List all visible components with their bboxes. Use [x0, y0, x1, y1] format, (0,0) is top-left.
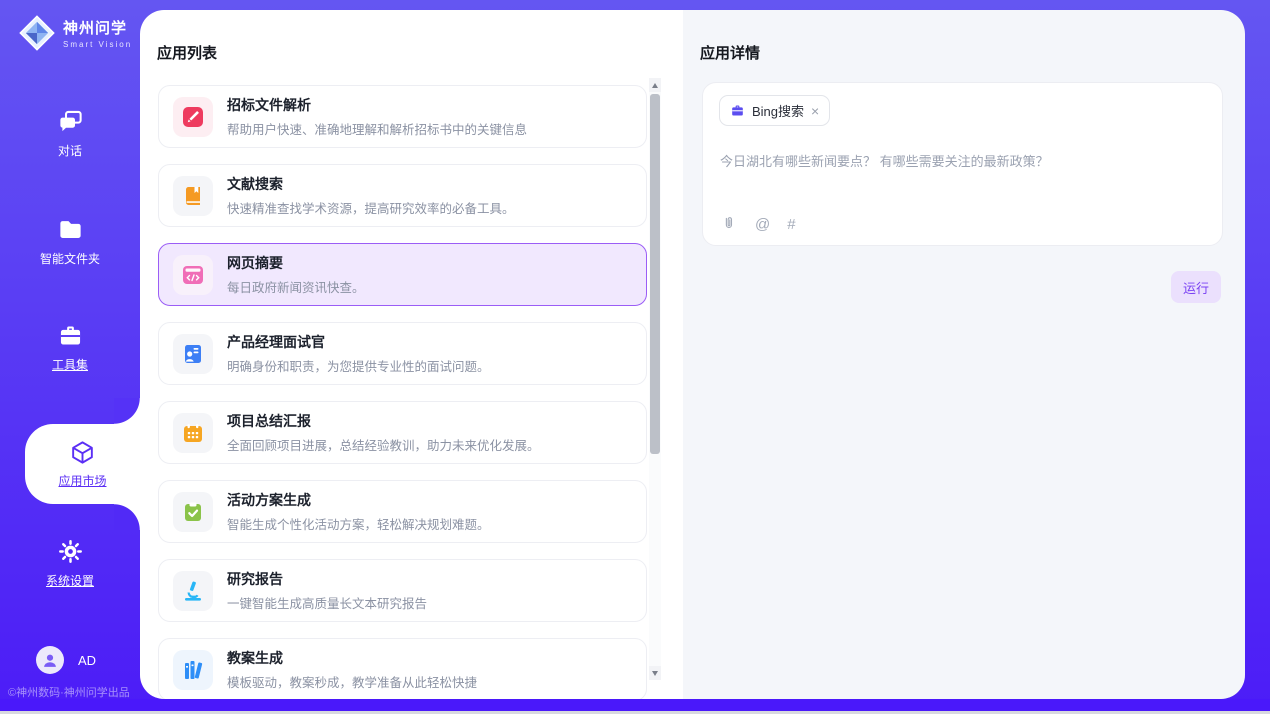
microscope-icon: [181, 579, 205, 603]
sidebar-item-label: 应用市场: [58, 472, 106, 489]
app-icon-tile: [173, 334, 213, 374]
app-detail-title: 应用详情: [700, 42, 760, 63]
app-list-scrollbar[interactable]: [649, 78, 661, 680]
briefcase-icon: [730, 103, 745, 118]
paperclip-icon[interactable]: [720, 215, 738, 233]
user-initials: AD: [78, 653, 96, 668]
app-card-bid-parse[interactable]: 招标文件解析 帮助用户快速、准确地理解和解析招标书中的关键信息: [158, 85, 647, 148]
app-card-event-plan[interactable]: 活动方案生成 智能生成个性化活动方案，轻松解决规划难题。: [158, 480, 647, 543]
app-name: 产品经理面试官: [227, 332, 490, 352]
bid-document-icon: [181, 105, 205, 129]
app-desc: 全面回顾项目进展，总结经验教训，助力未来优化发展。: [227, 435, 540, 454]
app-desc: 明确身份和职责，为您提供专业性的面试问题。: [227, 356, 490, 375]
app-card-research-report[interactable]: 研究报告 一键智能生成高质量长文本研究报告: [158, 559, 647, 622]
chat-icon: [57, 108, 84, 135]
run-button[interactable]: 运行: [1171, 271, 1221, 303]
app-list-panel: 应用列表 招标文件解析 帮助用户快速、准确地理解和解析招标书中的关键信息: [140, 10, 683, 699]
person-icon: [39, 649, 61, 671]
brand-subtitle: Smart Vision: [63, 40, 132, 49]
app-list-title: 应用列表: [157, 42, 217, 63]
app-card-pm-interviewer[interactable]: 产品经理面试官 明确身份和职责，为您提供专业性的面试问题。: [158, 322, 647, 385]
app-name: 文献搜索: [227, 174, 515, 194]
brand-name: 神州问学: [63, 17, 132, 38]
sidebar-item-toolset[interactable]: 工具集: [0, 322, 140, 373]
user-account[interactable]: AD: [36, 646, 96, 674]
hash-icon[interactable]: #: [787, 216, 795, 233]
app-icon-tile: [173, 571, 213, 611]
sidebar-item-settings[interactable]: 系统设置: [0, 538, 140, 589]
sidebar-item-label: 智能文件夹: [40, 250, 100, 267]
app-icon-tile: [173, 255, 213, 295]
books-icon: [181, 658, 205, 682]
attachment-toolbar: @ #: [720, 215, 796, 233]
cube-icon: [69, 439, 96, 466]
app-desc: 一键智能生成高质量长文本研究报告: [227, 593, 427, 612]
app-name: 活动方案生成: [227, 490, 490, 510]
scroll-up-arrow-icon[interactable]: [649, 78, 661, 92]
gear-icon: [57, 538, 84, 565]
app-icon-tile: [173, 176, 213, 216]
mention-icon[interactable]: @: [755, 216, 770, 233]
sidebar-item-label: 对话: [58, 142, 82, 159]
sidebar-item-label: 工具集: [52, 356, 88, 373]
app-name: 教案生成: [227, 648, 477, 668]
app-icon-tile: [173, 492, 213, 532]
app-name: 项目总结汇报: [227, 411, 540, 431]
app-desc: 快速精准查找学术资源，提高研究效率的必备工具。: [227, 198, 515, 217]
app-desc: 每日政府新闻资讯快查。: [227, 277, 365, 296]
book-icon: [181, 184, 205, 208]
tool-tag-label: Bing搜索: [752, 101, 804, 120]
app-desc: 帮助用户快速、准确地理解和解析招标书中的关键信息: [227, 119, 527, 138]
app-icon-tile: [173, 97, 213, 137]
calendar-icon: [181, 421, 205, 445]
app-card-web-summary[interactable]: 网页摘要 每日政府新闻资讯快查。: [158, 243, 647, 306]
copyright-text: ©神州数码·神州问学出品: [8, 684, 140, 700]
interviewer-icon: [181, 342, 205, 366]
scrollbar-thumb[interactable]: [650, 94, 660, 454]
sidebar-item-chat[interactable]: 对话: [0, 108, 140, 159]
diamond-logo-icon: [18, 14, 56, 52]
app-name: 网页摘要: [227, 253, 365, 273]
app-card-project-summary[interactable]: 项目总结汇报 全面回顾项目进展，总结经验教训，助力未来优化发展。: [158, 401, 647, 464]
prompt-text[interactable]: 今日湖北有哪些新闻要点？ 有哪些需要关注的最新政策？: [720, 151, 1206, 170]
app-detail-panel: 应用详情 Bing搜索 × 今日湖北有哪些新闻要点？ 有哪些需要关注的最新政策？…: [683, 10, 1245, 699]
bottom-accent-bar: [0, 699, 1270, 711]
app-name: 招标文件解析: [227, 95, 527, 115]
sidebar-item-label: 系统设置: [46, 572, 94, 589]
clipboard-check-icon: [181, 500, 205, 524]
prompt-card: Bing搜索 × 今日湖北有哪些新闻要点？ 有哪些需要关注的最新政策？ @ #: [702, 82, 1223, 246]
main-content: 应用列表 招标文件解析 帮助用户快速、准确地理解和解析招标书中的关键信息: [140, 10, 1245, 699]
app-name: 研究报告: [227, 569, 427, 589]
tool-tag-bing-search[interactable]: Bing搜索 ×: [719, 95, 830, 126]
tool-tag-close-icon[interactable]: ×: [811, 104, 819, 118]
folder-icon: [57, 216, 84, 243]
brand-logo: 神州问学 Smart Vision: [18, 14, 132, 52]
sidebar-item-app-market[interactable]: 应用市场: [25, 424, 140, 504]
scroll-down-arrow-icon[interactable]: [649, 666, 661, 680]
app-desc: 模板驱动，教案秒成，教学准备从此轻松快捷: [227, 672, 477, 691]
app-card-list: 招标文件解析 帮助用户快速、准确地理解和解析招标书中的关键信息 文献搜索 快速精…: [158, 85, 647, 699]
app-icon-tile: [173, 650, 213, 690]
app-card-lesson-plan[interactable]: 教案生成 模板驱动，教案秒成，教学准备从此轻松快捷: [158, 638, 647, 699]
toolbox-icon: [57, 322, 84, 349]
app-icon-tile: [173, 413, 213, 453]
app-card-literature-search[interactable]: 文献搜索 快速精准查找学术资源，提高研究效率的必备工具。: [158, 164, 647, 227]
sidebar-item-smart-folder[interactable]: 智能文件夹: [0, 216, 140, 267]
webpage-icon: [181, 263, 205, 287]
sidebar: 神州问学 Smart Vision 对话 智能文件夹 工具集 应用市场: [0, 0, 140, 714]
app-desc: 智能生成个性化活动方案，轻松解决规划难题。: [227, 514, 490, 533]
avatar: [36, 646, 64, 674]
